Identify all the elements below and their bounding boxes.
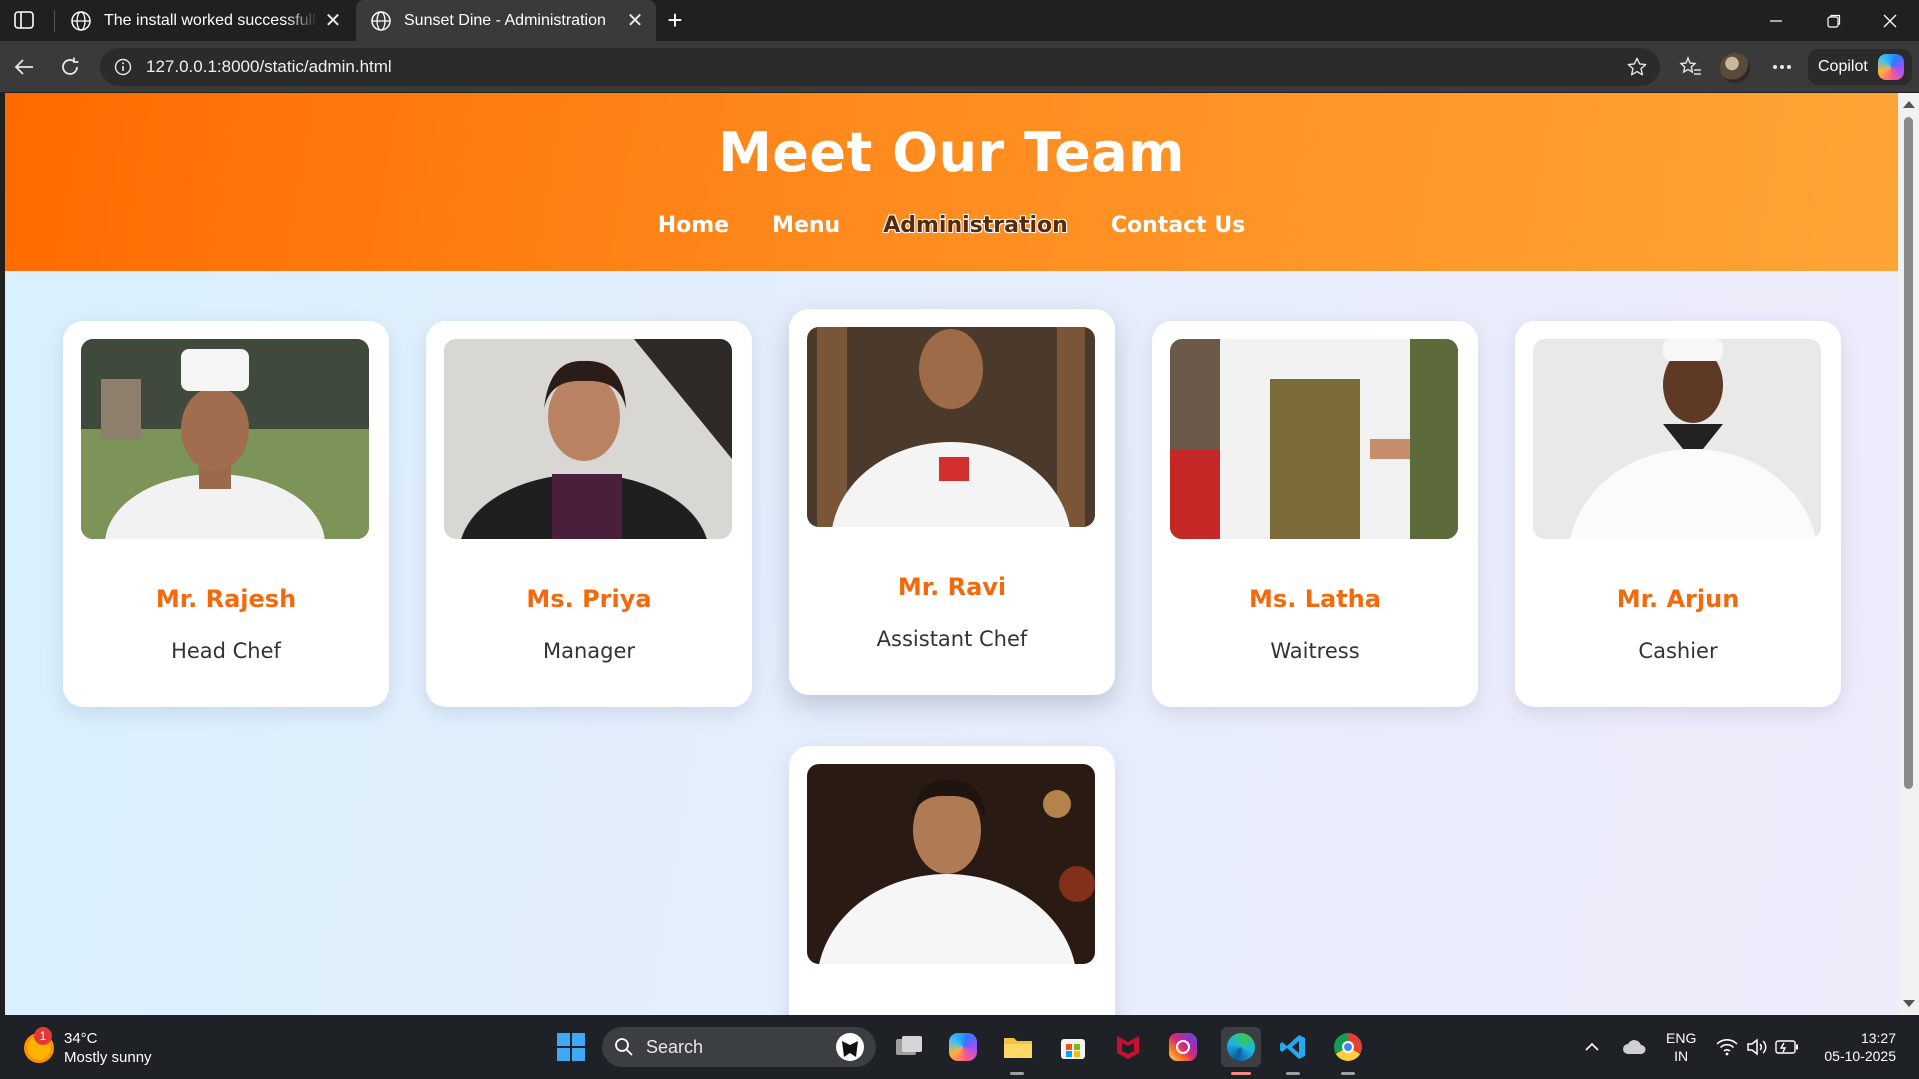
refresh-button[interactable] bbox=[53, 50, 87, 84]
address-bar[interactable]: 127.0.0.1:8000/static/admin.html bbox=[100, 48, 1660, 86]
team-card[interactable] bbox=[789, 746, 1115, 1015]
tab-sunset-dine-admin[interactable]: Sunset Dine - Administration ✕ bbox=[356, 0, 656, 41]
chrome-icon[interactable] bbox=[1331, 1030, 1365, 1064]
page-title: Meet Our Team bbox=[718, 121, 1185, 184]
team-member-photo bbox=[81, 339, 369, 539]
main-nav: Home Menu Administration Contact Us bbox=[5, 213, 1898, 238]
running-indicator bbox=[1286, 1072, 1300, 1075]
copilot-label: Copilot bbox=[1818, 58, 1868, 75]
windows-start-icon[interactable] bbox=[554, 1030, 588, 1064]
sunny-weather-icon: 1 bbox=[24, 1027, 54, 1063]
new-tab-button[interactable]: + bbox=[660, 4, 690, 36]
vscode-icon[interactable] bbox=[1276, 1030, 1310, 1064]
team-member-role: Manager bbox=[542, 639, 636, 663]
notification-badge: 1 bbox=[34, 1027, 52, 1045]
team-member-photo bbox=[1533, 339, 1821, 539]
browser-tab-strip: The install worked successfully! Congrat… bbox=[0, 0, 1919, 41]
site-info-icon[interactable] bbox=[112, 56, 134, 78]
team-member-photo bbox=[1170, 339, 1458, 539]
task-view-icon[interactable] bbox=[892, 1030, 926, 1064]
team-member-role: Assistant Chef bbox=[876, 627, 1028, 651]
active-indicator bbox=[1231, 1072, 1251, 1075]
copilot-button[interactable]: Copilot bbox=[1808, 49, 1912, 85]
clock-date: 05-10-2025 bbox=[1824, 1048, 1896, 1064]
scroll-down-icon[interactable] bbox=[1903, 1000, 1915, 1007]
nav-home[interactable]: Home bbox=[658, 213, 729, 238]
team-member-role: Cashier bbox=[1638, 639, 1718, 663]
close-tab-icon[interactable]: ✕ bbox=[620, 8, 650, 33]
weather-temperature: 34°C bbox=[64, 1030, 98, 1047]
vertical-tabs-icon[interactable] bbox=[12, 9, 36, 31]
battery-icon[interactable] bbox=[1774, 1033, 1800, 1061]
running-indicator bbox=[1341, 1072, 1355, 1075]
running-indicator bbox=[1010, 1072, 1024, 1075]
copilot-app-icon[interactable] bbox=[946, 1030, 980, 1064]
team-member-name: Ms. Priya bbox=[526, 585, 652, 613]
team-card[interactable]: Mr. Arjun Cashier bbox=[1515, 321, 1841, 707]
weather-description: Mostly sunny bbox=[64, 1049, 152, 1066]
close-window-button[interactable] bbox=[1862, 0, 1918, 41]
region-code: IN bbox=[1674, 1048, 1689, 1064]
favorite-star-icon[interactable] bbox=[1624, 54, 1650, 80]
url-text: 127.0.0.1:8000/static/admin.html bbox=[146, 57, 392, 76]
site-header: Meet Our Team Home Menu Administration C… bbox=[5, 93, 1898, 271]
language-code: ENG bbox=[1666, 1030, 1697, 1046]
page-viewport: Meet Our Team Home Menu Administration C… bbox=[5, 93, 1898, 1015]
search-highlight-icon bbox=[836, 1033, 864, 1061]
close-tab-icon[interactable]: ✕ bbox=[318, 8, 348, 33]
search-icon bbox=[615, 1038, 633, 1056]
team-member-role: Waitress bbox=[1270, 639, 1360, 663]
favorites-icon[interactable] bbox=[1674, 50, 1708, 84]
team-member-name: Mr. Rajesh bbox=[155, 585, 297, 613]
minimize-button[interactable] bbox=[1748, 0, 1804, 41]
nav-administration[interactable]: Administration bbox=[883, 213, 1068, 238]
weather-widget[interactable]: 1 34°C Mostly sunny bbox=[24, 1027, 152, 1067]
file-explorer-icon[interactable] bbox=[1001, 1030, 1035, 1064]
microsoft-store-icon[interactable] bbox=[1056, 1030, 1090, 1064]
globe-icon bbox=[70, 10, 92, 32]
scroll-up-icon[interactable] bbox=[1903, 101, 1915, 108]
team-member-name: Ms. Latha bbox=[1249, 585, 1381, 613]
onedrive-icon[interactable] bbox=[1620, 1033, 1648, 1061]
team-card[interactable]: Ms. Latha Waitress bbox=[1152, 321, 1478, 707]
team-member-photo bbox=[444, 339, 732, 539]
team-card[interactable]: Mr. Rajesh Head Chef bbox=[63, 321, 389, 707]
team-card[interactable]: Ms. Priya Manager bbox=[426, 321, 752, 707]
team-member-name: Mr. Arjun bbox=[1616, 585, 1740, 613]
more-options-icon[interactable] bbox=[1765, 50, 1799, 84]
show-hidden-icons[interactable] bbox=[1582, 1033, 1602, 1061]
instagram-icon[interactable] bbox=[1166, 1030, 1200, 1064]
system-clock[interactable]: 13:27 05-10-2025 bbox=[1816, 1029, 1896, 1065]
team-member-name: Mr. Ravi bbox=[897, 573, 1007, 601]
tab-separator bbox=[54, 10, 55, 32]
nav-menu[interactable]: Menu bbox=[772, 213, 840, 238]
copilot-icon bbox=[1877, 54, 1904, 80]
back-button[interactable] bbox=[7, 50, 41, 84]
wifi-icon[interactable] bbox=[1714, 1033, 1740, 1061]
language-indicator[interactable]: ENG IN bbox=[1666, 1029, 1696, 1065]
tab-title: Sunset Dine - Administration bbox=[404, 11, 606, 29]
volume-icon[interactable] bbox=[1744, 1033, 1770, 1061]
profile-avatar[interactable] bbox=[1720, 53, 1750, 83]
team-card[interactable]: Mr. Ravi Assistant Chef bbox=[789, 309, 1115, 695]
search-label: Search bbox=[646, 1036, 704, 1057]
clock-time: 13:27 bbox=[1860, 1030, 1896, 1046]
page-scrollbar[interactable] bbox=[1898, 93, 1919, 1015]
browser-toolbar: 127.0.0.1:8000/static/admin.html Copilot bbox=[0, 41, 1919, 92]
globe-icon bbox=[370, 10, 392, 32]
windows-taskbar: 1 34°C Mostly sunny Search ENG IN 13:27 … bbox=[0, 1015, 1919, 1079]
edge-icon[interactable] bbox=[1221, 1027, 1261, 1067]
team-member-photo bbox=[807, 327, 1095, 527]
mcafee-icon[interactable] bbox=[1111, 1030, 1145, 1064]
team-member-photo bbox=[807, 764, 1095, 964]
tab-install-worked[interactable]: The install worked successfully! Congrat… bbox=[56, 0, 354, 41]
taskbar-search[interactable]: Search bbox=[602, 1027, 876, 1067]
nav-contact-us[interactable]: Contact Us bbox=[1111, 213, 1245, 238]
team-member-role: Head Chef bbox=[171, 639, 281, 663]
restore-button[interactable] bbox=[1806, 0, 1862, 41]
scrollbar-thumb[interactable] bbox=[1904, 117, 1913, 789]
tab-title: The install worked successfully! Congrat… bbox=[104, 11, 318, 29]
